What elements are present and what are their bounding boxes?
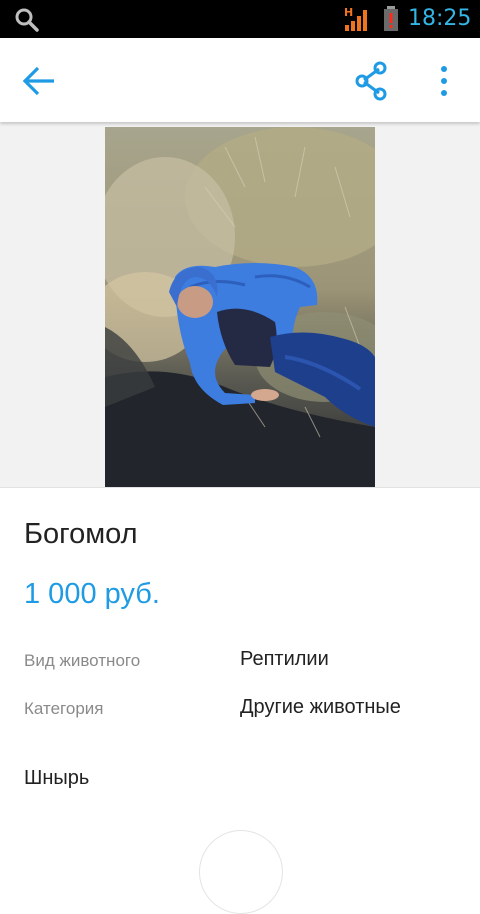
photo-gallery[interactable]: [0, 122, 480, 488]
back-arrow-icon[interactable]: [16, 58, 62, 104]
param-value-animal-type: Рептилии: [240, 648, 329, 670]
status-bar: H 18:25: [0, 0, 480, 38]
battery-alert-icon: [384, 6, 398, 31]
seller-avatar[interactable]: [199, 830, 283, 914]
status-time: 18:25: [408, 6, 472, 31]
param-label-animal-type: Вид животного: [24, 651, 141, 670]
param-label-category: Категория: [24, 699, 104, 718]
listing-photo[interactable]: [105, 127, 375, 487]
listing-description: Шнырь: [24, 767, 90, 789]
listing-title: Богомол: [24, 518, 138, 550]
param-value-category: Другие животные: [240, 696, 401, 718]
listing-price: 1 000 руб.: [24, 578, 160, 610]
more-vert-icon[interactable]: [424, 58, 464, 104]
search-icon: [15, 8, 39, 32]
network-type-label: H: [344, 6, 353, 19]
share-icon[interactable]: [350, 58, 394, 104]
app-bar: [0, 38, 480, 122]
signal-icon: H: [344, 6, 367, 31]
